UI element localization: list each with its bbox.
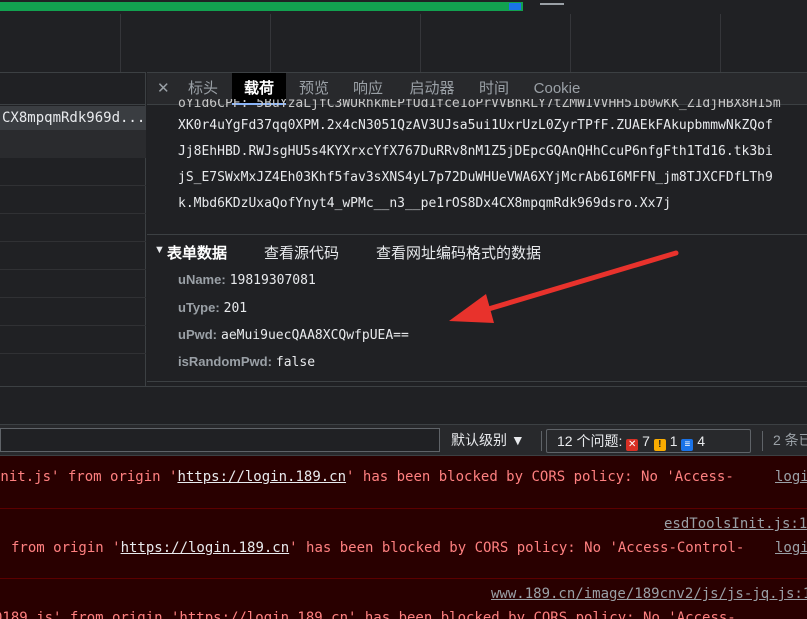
warning-icon: ! (653, 439, 666, 451)
message-divider (0, 508, 807, 509)
message-text: ' has been blocked by CORS policy: No 'A… (346, 469, 734, 485)
origin-link[interactable]: https://login.189.cn (177, 469, 346, 485)
form-field-key: uType: (178, 300, 220, 315)
timeline-gridline (270, 14, 271, 72)
payload-line: k.Mbd6KDzUxaQofYnyt4_wPMc__n3__pe1rOS8Dx… (178, 196, 672, 211)
form-field-value: aeMui9uecQAA8XCQwfpUEA== (221, 328, 409, 343)
console-error-message: Init.js' from origin 'https://login.189.… (0, 469, 734, 485)
log-level-select[interactable]: 默认级别 ▼ (451, 430, 525, 450)
timeline-gridline (120, 14, 121, 72)
detail-divider (147, 381, 807, 382)
issues-button[interactable]: 12 个问题: ✕ 7 ! 1 ≡ 4 (546, 429, 751, 453)
form-data-section-header[interactable]: ▼ 表单数据 查看源代码 查看网址编码格式的数据 (147, 234, 807, 268)
origin-link[interactable]: https://login.189.cn (121, 540, 290, 556)
close-icon[interactable]: ✕ (157, 79, 170, 97)
message-text: ' from origin ' (51, 469, 178, 485)
timeline-gridline (570, 14, 571, 72)
request-detail-panel: ✕ 标头 载荷 预览 响应 启动器 时间 Cookie oYid6CPF: 5B… (147, 72, 807, 386)
timeline-marker (540, 3, 564, 5)
timeline-progress-bar (0, 2, 523, 11)
form-field-value: false (275, 355, 316, 370)
toolbar-separator (541, 431, 542, 451)
error-icon: ✕ (626, 439, 639, 451)
form-field-key: uName: (178, 272, 226, 287)
console-toolbar: 默认级别 ▼ 12 个问题: ✕ 7 ! 1 ≡ 4 2 条已 (0, 424, 807, 456)
request-row-divider (0, 353, 146, 354)
form-field-upwd: uPwd: aeMui9uecQAA8XCQwfpUEA== (178, 324, 409, 346)
message-text: from origin ' (11, 540, 121, 556)
source-link[interactable]: logi (775, 469, 807, 485)
request-row-divider (0, 325, 146, 326)
message-prefix: Init.js (0, 469, 52, 485)
timeline-overview (0, 0, 807, 72)
request-row-divider (0, 185, 146, 186)
payload-query-string: oYid6CPF: 5BuYzaLjfC3WURhkmEPfUd1fce1oPr… (178, 99, 807, 217)
request-list: CX8mpqmRdk969d... (0, 72, 146, 386)
form-field-value: 19819307081 (229, 273, 316, 288)
warning-count: 1 (669, 433, 678, 449)
hidden-messages-count: 2 条已 (773, 432, 807, 448)
view-url-encoded-link[interactable]: 查看网址编码格式的数据 (376, 242, 541, 263)
message-divider (0, 578, 807, 579)
request-row-divider (0, 269, 146, 270)
payload-line: XK0r4uYgFd37qq0XPM.2x4cN3051QzAV3UJsa5ui… (178, 118, 773, 133)
request-row-selected[interactable]: CX8mpqmRdk969d... (0, 106, 146, 130)
form-field-israndompwd: isRandomPwd: false (178, 351, 315, 373)
issues-label: 12 个问题: (557, 433, 623, 449)
source-link[interactable]: esdToolsInit.js:1 (664, 516, 807, 532)
error-count: 7 (642, 433, 650, 449)
timeline-progress-end (509, 3, 521, 10)
console-error-message: 0189.js' from origin 'https://login.189.… (0, 610, 736, 619)
console-error-message: from origin 'https://login.189.cn' has b… (11, 540, 744, 556)
request-row[interactable] (0, 130, 146, 158)
timeline-gridline (420, 14, 421, 72)
request-row-divider (0, 241, 146, 242)
source-link[interactable]: www.189.cn/image/189cnv2/js/js-jq.js:1 (491, 586, 807, 602)
message-text: ' has been blocked by CORS policy: No 'A… (289, 540, 745, 556)
info-count: 4 (697, 433, 706, 449)
info-icon: ≡ (681, 439, 694, 451)
console-filter-input[interactable] (0, 428, 440, 452)
request-list-header (0, 73, 145, 105)
form-field-value: 201 (223, 301, 248, 316)
request-row-divider (0, 213, 146, 214)
payload-line: jS_E7SWxMxJZ4Eh03Khf5fav3sXNS4yL7p72DuWH… (178, 170, 773, 185)
form-field-utype: uType: 201 (178, 297, 247, 319)
request-row-divider (0, 297, 146, 298)
caret-down-icon[interactable]: ▼ (154, 244, 165, 256)
form-field-key: uPwd: (178, 327, 217, 342)
payload-line: oYid6CPF: 5BuYzaLjfC3WURhkmEPfUd1fce1oPr… (178, 99, 781, 111)
source-link[interactable]: logi (775, 540, 807, 556)
console-messages: Init.js' from origin 'https://login.189.… (0, 456, 807, 619)
drawer-divider[interactable] (0, 386, 807, 424)
form-data-title: 表单数据 (167, 245, 228, 262)
timeline-gridline (720, 14, 721, 72)
view-source-link[interactable]: 查看源代码 (264, 242, 339, 263)
toolbar-separator (762, 431, 763, 451)
payload-line: Jj8EhHBD.RWJsgHU5s4KYXrxcYfX767DuRRv8nM1… (178, 144, 773, 159)
form-field-key: isRandomPwd: (178, 354, 272, 369)
form-field-uname: uName: 19819307081 (178, 269, 316, 291)
